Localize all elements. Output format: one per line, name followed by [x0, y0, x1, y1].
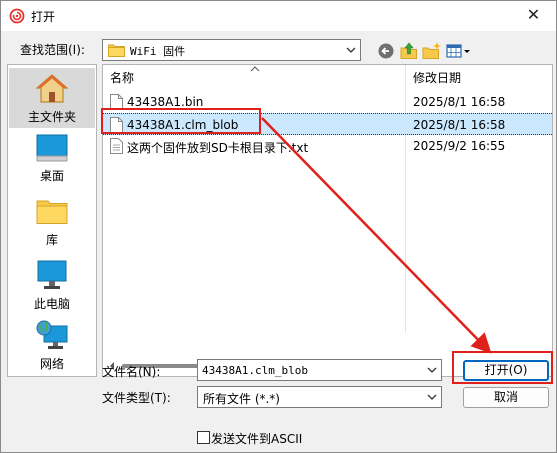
annotation-arrow — [261, 117, 492, 354]
